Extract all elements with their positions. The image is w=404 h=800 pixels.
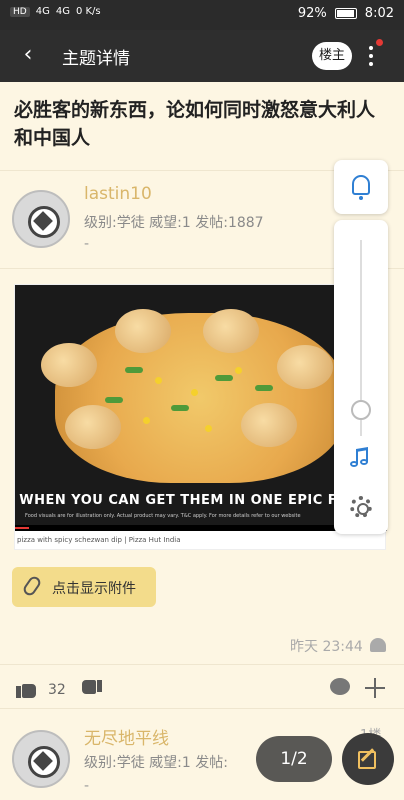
show-attachment-button[interactable]: 点击显示附件 xyxy=(12,567,156,607)
status-right: 92% 8:02 xyxy=(298,6,394,21)
pizza-photo: WHEN YOU CAN GET THEM IN ONE EPIC FEAST!… xyxy=(15,285,387,531)
video-progress-bar xyxy=(15,525,387,531)
paperclip-icon xyxy=(21,574,43,598)
network-label-2: 4G xyxy=(55,6,70,17)
pizza-graphic xyxy=(55,313,345,483)
comment-icon[interactable] xyxy=(330,678,350,695)
music-icon[interactable] xyxy=(350,446,372,470)
top-nav-bar: ‹ 主题详情 楼主 xyxy=(0,30,404,82)
attachment-label: 点击显示附件 xyxy=(52,581,136,597)
status-bar: HD 4G 4G 0 K/s 92% 8:02 xyxy=(0,0,404,30)
author-meta: 级别:学徒 威望:1 发帖:1887 xyxy=(84,215,264,231)
more-vertical-icon[interactable] xyxy=(362,42,380,70)
author-name[interactable]: lastin10 xyxy=(84,184,152,204)
dumpling-graphic xyxy=(115,309,171,353)
post-image[interactable]: WHEN YOU CAN GET THEM IN ONE EPIC FEAST!… xyxy=(14,284,387,550)
pepper-graphic xyxy=(125,367,143,373)
page-indicator[interactable]: 1/2 xyxy=(256,736,332,782)
corn-graphic xyxy=(191,389,198,396)
divider xyxy=(0,708,404,709)
reply-author-meta: 级别:学徒 威望:1 发帖: xyxy=(84,755,228,771)
pepper-graphic xyxy=(105,397,123,403)
divider xyxy=(0,664,404,665)
gear-icon[interactable] xyxy=(350,496,372,518)
battery-percent: 92% xyxy=(297,6,327,21)
post-timestamp: 昨天 23:44 xyxy=(290,639,363,655)
bell-icon xyxy=(352,175,370,200)
font-size-slider-thumb[interactable] xyxy=(351,400,371,420)
signal-indicators: HD 4G 4G 0 K/s xyxy=(10,6,101,17)
like-count: 32 xyxy=(48,682,66,698)
pepper-graphic xyxy=(215,375,233,381)
image-fine-print: Food visuals are for illustration only. … xyxy=(25,513,301,519)
side-control-panel xyxy=(334,220,388,534)
corn-graphic xyxy=(155,377,162,384)
network-label: 4G xyxy=(35,6,50,17)
thumbs-down-icon[interactable] xyxy=(82,680,102,698)
dumpling-graphic xyxy=(41,343,97,387)
notification-dot xyxy=(376,39,383,46)
corn-graphic xyxy=(143,417,150,424)
plus-icon[interactable] xyxy=(364,677,386,699)
dumpling-graphic xyxy=(277,345,333,389)
android-icon xyxy=(370,638,386,652)
clock: 8:02 xyxy=(364,6,394,21)
hd-label: HD xyxy=(10,6,30,17)
corn-graphic xyxy=(235,367,242,374)
reply-signature: - xyxy=(84,778,90,794)
dumpling-graphic xyxy=(65,405,121,449)
thumbs-up-icon[interactable] xyxy=(16,680,36,698)
dumpling-graphic xyxy=(203,309,259,353)
pepper-graphic xyxy=(171,405,189,411)
author-avatar[interactable] xyxy=(12,190,70,248)
compose-button[interactable] xyxy=(342,733,394,785)
image-caption: pizza with spicy schezwan dip | Pizza Hu… xyxy=(17,536,181,544)
corn-graphic xyxy=(205,425,212,432)
page-title: 主题详情 xyxy=(62,49,130,69)
op-only-button[interactable]: 楼主 xyxy=(312,42,352,70)
post-title: 必胜客的新东西，论如何同时激怒意大利人和中国人 xyxy=(14,99,376,149)
pepper-graphic xyxy=(255,385,273,391)
battery-icon xyxy=(334,8,357,19)
speed-label: 0 K/s xyxy=(75,6,101,17)
reply-author-name[interactable]: 无尽地平线 xyxy=(84,724,169,749)
notification-button[interactable] xyxy=(334,160,388,214)
dumpling-graphic xyxy=(241,403,297,447)
author-signature: - xyxy=(84,236,90,252)
reply-avatar[interactable] xyxy=(12,730,70,788)
image-overlay-text: WHEN YOU CAN GET THEM IN ONE EPIC FEAST! xyxy=(19,493,383,508)
back-icon[interactable]: ‹ xyxy=(16,42,40,68)
